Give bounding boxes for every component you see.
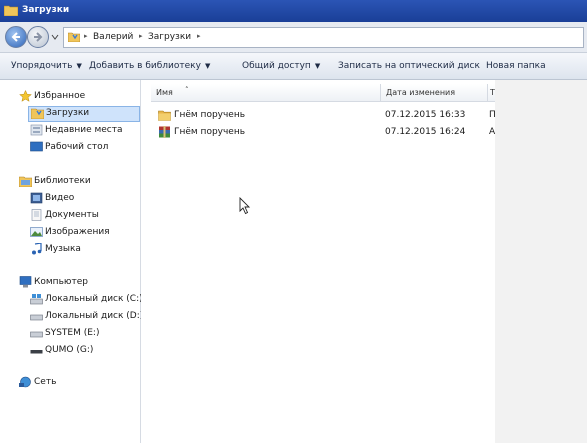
sort-ascending-icon: ˄ [185, 86, 189, 94]
breadcrumb-separator[interactable]: ▸ [84, 32, 88, 40]
libraries-icon [19, 176, 32, 187]
address-row: ▸ Валерий ▸ Загрузки ▸ [0, 22, 587, 53]
file-row[interactable]: Гнём поручень 07.12.2015 16:24 А [141, 125, 495, 140]
archive-icon [159, 126, 170, 138]
mouse-cursor-icon [239, 197, 251, 215]
usb-drive-icon [30, 350, 43, 354]
address-bar[interactable]: ▸ Валерий ▸ Загрузки ▸ [63, 27, 584, 48]
share-button[interactable]: Общий доступ ▼ [242, 61, 320, 71]
add-to-library-button[interactable]: Добавить в библиотеку ▼ [89, 61, 210, 71]
breadcrumb-separator[interactable]: ▸ [197, 32, 201, 40]
arrow-right-icon [34, 32, 43, 42]
navigation-pane: Избранное Загрузки Недавние места Рабочи… [0, 80, 143, 443]
star-icon [19, 90, 32, 102]
desktop-icon [30, 141, 43, 152]
file-list: Имя ˄ Дата изменения Т Гнём поручень 07.… [141, 80, 495, 443]
column-header-type[interactable]: Т [488, 84, 495, 102]
folder-icon [158, 110, 171, 121]
new-folder-button[interactable]: Новая папка [486, 61, 546, 71]
hard-drive-icon [30, 331, 43, 338]
forward-button[interactable] [27, 26, 49, 48]
video-icon [30, 192, 43, 204]
preview-area [495, 80, 587, 443]
breadcrumb-user[interactable]: Валерий [93, 32, 133, 42]
computer-icon [19, 276, 32, 288]
history-dropdown-icon[interactable] [51, 33, 59, 41]
file-row[interactable]: Гнём поручень 07.12.2015 16:33 П [141, 108, 495, 123]
back-button[interactable] [5, 26, 27, 48]
hard-drive-icon [30, 314, 43, 321]
command-bar: Упорядочить ▼ Добавить в библиотеку ▼ Общи… [0, 53, 587, 80]
documents-icon [31, 209, 42, 221]
breadcrumb-separator[interactable]: ▸ [139, 32, 143, 40]
recent-places-icon [30, 124, 43, 136]
breadcrumb-downloads[interactable]: Загрузки [148, 32, 191, 42]
pictures-icon [30, 227, 43, 237]
folder-icon [4, 5, 18, 16]
burn-button[interactable]: Записать на оптический диск [338, 61, 480, 71]
nav-item-downloads[interactable]: Загрузки [28, 106, 140, 122]
folder-icon [68, 32, 80, 42]
network-icon [19, 376, 31, 388]
downloads-folder-icon [31, 108, 44, 119]
window-title: Загрузки [22, 5, 70, 15]
music-icon [32, 243, 42, 255]
column-header-date[interactable]: Дата изменения [381, 84, 488, 102]
organize-button[interactable]: Упорядочить ▼ [11, 61, 82, 71]
column-header-name[interactable]: Имя ˄ [151, 84, 381, 102]
system-drive-icon [30, 294, 43, 305]
arrow-left-icon [11, 32, 20, 42]
title-bar: Загрузки [0, 0, 587, 22]
